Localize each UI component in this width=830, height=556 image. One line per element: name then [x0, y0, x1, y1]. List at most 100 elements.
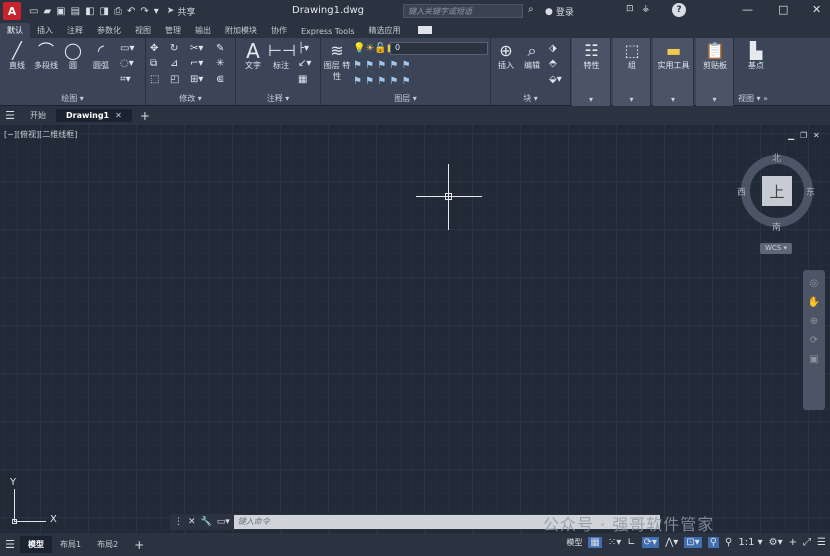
properties-dropdown-icon[interactable]: ▾	[572, 95, 610, 104]
web-save-icon[interactable]: ◨	[100, 6, 109, 17]
cmd-history-icon[interactable]: ▭▾	[217, 517, 230, 527]
model-space-button[interactable]: 模型	[566, 537, 582, 548]
new-file-icon[interactable]: ▭	[29, 6, 38, 17]
ortho-icon[interactable]: ∟	[627, 537, 635, 548]
orbit-icon[interactable]: ⟳	[803, 335, 825, 346]
dimension-tool[interactable]: ⊢⊣ 标注	[268, 42, 296, 71]
login-button[interactable]: ● 登录	[545, 5, 574, 19]
group-dropdown-icon[interactable]: ▾	[613, 95, 650, 104]
tab-addins[interactable]: 附加模块	[218, 23, 264, 38]
tab-express-tools[interactable]: Express Tools	[294, 25, 362, 38]
explode-icon[interactable]: ✳	[216, 58, 224, 69]
erase-icon[interactable]: ✎	[216, 43, 224, 54]
save-icon[interactable]: ▣	[56, 6, 65, 17]
customize-status-icon[interactable]: ☰	[817, 537, 826, 548]
tab-insert[interactable]: 插入	[30, 23, 60, 38]
cmd-customize-icon[interactable]: 🔧	[201, 517, 212, 527]
polar-icon[interactable]: ⟳▾	[641, 537, 660, 548]
plot-icon[interactable]: ⎙	[114, 6, 122, 17]
tab-model[interactable]: 模型	[20, 536, 52, 553]
tab-layout1[interactable]: 布局1	[52, 536, 89, 553]
trim-icon[interactable]: ✂▾	[190, 43, 203, 54]
view-controls-label[interactable]: [−][俯视][二维线框]	[4, 129, 77, 140]
tab-layout2[interactable]: 布局2	[89, 536, 126, 553]
block-attr-icon[interactable]: ⬘	[549, 58, 557, 69]
basepoint-tool[interactable]: ▙ 基点	[738, 42, 774, 71]
viewport-minimize-icon[interactable]: ▁	[788, 131, 794, 140]
open-file-icon[interactable]: ▰	[43, 6, 51, 17]
hatch-icon[interactable]: ◌▾	[120, 58, 134, 69]
annotation-scale-icon[interactable]: ⚲	[725, 537, 732, 548]
qat-dropdown-icon[interactable]: ▾	[154, 6, 159, 17]
panel-annotation-title[interactable]: 注释 ▾	[236, 93, 320, 104]
file-tabs-menu-icon[interactable]: ☰	[0, 109, 20, 122]
autodesk-app-icon[interactable]: ⚶	[642, 4, 650, 14]
search-input[interactable]: 键入关键字或短语	[403, 4, 523, 18]
block-more-icon[interactable]: ⬙▾	[549, 74, 562, 85]
tab-view[interactable]: 视图	[128, 23, 158, 38]
viewport-close-icon[interactable]: ✕	[813, 131, 820, 140]
tab-featured-apps[interactable]: 精选应用	[362, 23, 408, 38]
steering-wheel-icon[interactable]: ◎	[803, 278, 825, 289]
drawing-viewport[interactable]: [−][俯视][二维线框] ▁ ❐ ✕ 上 北 南 东 西 WCS ▾ ◎ ✋ …	[0, 125, 830, 533]
workspace-gear-icon[interactable]: ⚙▾	[769, 537, 783, 548]
cmd-close-icon[interactable]: ✕	[188, 517, 196, 527]
insert-block-tool[interactable]: ⊕ 插入	[493, 42, 519, 71]
compass-west[interactable]: 西	[737, 185, 746, 198]
compass-east[interactable]: 东	[806, 185, 815, 198]
fullscreen-icon[interactable]: ⤢	[803, 537, 811, 548]
panel-modify-title[interactable]: 修改 ▾	[146, 93, 235, 104]
undo-icon[interactable]: ↶	[127, 6, 135, 17]
annomonitor-icon[interactable]: +	[789, 537, 797, 548]
showmotion-icon[interactable]: ▣	[803, 354, 825, 365]
app-logo[interactable]: A	[3, 2, 21, 20]
move-icon[interactable]: ✥	[150, 43, 158, 54]
tab-annotate[interactable]: 注释	[60, 23, 90, 38]
clipboard-tool[interactable]: 📋 剪贴板	[697, 42, 733, 71]
grid-icon[interactable]: ▦	[588, 537, 602, 548]
tab-collaborate[interactable]: 协作	[264, 23, 294, 38]
isodraft-icon[interactable]: ⋀▾	[665, 537, 678, 548]
leader-icon[interactable]: ↙▾	[298, 58, 311, 69]
array-icon[interactable]: ⊞▾	[190, 74, 203, 85]
annotation-visibility-icon[interactable]: ⚲	[707, 537, 720, 548]
search-icon[interactable]: ⌕	[528, 4, 534, 15]
text-tool[interactable]: A 文字	[240, 41, 266, 71]
panel-layers-title[interactable]: 图层 ▾	[321, 93, 490, 104]
layout-tabs-menu-icon[interactable]: ☰	[0, 538, 20, 551]
tab-start[interactable]: 开始	[20, 108, 56, 123]
new-tab-icon[interactable]: +	[140, 109, 150, 123]
tab-manage[interactable]: 管理	[158, 23, 188, 38]
osnap-icon[interactable]: ⊡▾	[684, 537, 702, 548]
fillet-icon[interactable]: ⌐▾	[190, 58, 203, 69]
help-icon[interactable]: ?	[672, 3, 686, 17]
group-tool[interactable]: ⬚ 组	[615, 42, 649, 71]
tab-parametric[interactable]: 参数化	[90, 23, 128, 38]
snap-icon[interactable]: ⁙▾	[608, 537, 621, 548]
compass-north[interactable]: 北	[772, 151, 781, 164]
close-window-button[interactable]: ✕	[812, 3, 821, 16]
layer-dropdown[interactable]: 0	[390, 42, 488, 55]
mirror-icon[interactable]: ⊿	[170, 58, 178, 69]
edit-block-tool[interactable]: ⌕ 编辑	[519, 42, 545, 71]
utilities-dropdown-icon[interactable]: ▾	[653, 95, 693, 104]
rotate-icon[interactable]: ↻	[170, 43, 178, 54]
pan-icon[interactable]: ✋	[803, 297, 825, 308]
layer-properties-tool[interactable]: ≋ 图层 特性	[323, 42, 351, 82]
linear-dim-icon[interactable]: ├▾	[298, 43, 309, 54]
tab-output[interactable]: 输出	[188, 23, 218, 38]
cmd-grip-icon[interactable]: ⋮	[174, 517, 183, 527]
add-layout-icon[interactable]: +	[134, 538, 144, 552]
ribbon-toggle-icon[interactable]	[417, 26, 432, 34]
create-block-icon[interactable]: ⬗	[549, 43, 557, 54]
layer-tools-row2-icons[interactable]: ⚑ ⚑ ⚑ ⚑ ⚑	[353, 76, 411, 87]
line-tool[interactable]: ╱ 直线	[4, 42, 30, 71]
cart-icon[interactable]: ⊡	[626, 4, 634, 14]
stretch-icon[interactable]: ⬚	[150, 74, 159, 85]
minimize-button[interactable]: —	[742, 3, 753, 16]
panel-draw-title[interactable]: 绘图 ▾	[0, 93, 145, 104]
panel-view-title[interactable]: 视图 ▾ »	[736, 93, 830, 104]
panel-block-title[interactable]: 块 ▾	[491, 93, 570, 104]
layer-tools-row1-icons[interactable]: ⚑ ⚑ ⚑ ⚑ ⚑	[353, 60, 411, 71]
table-icon[interactable]: ⌗▾	[120, 74, 131, 85]
